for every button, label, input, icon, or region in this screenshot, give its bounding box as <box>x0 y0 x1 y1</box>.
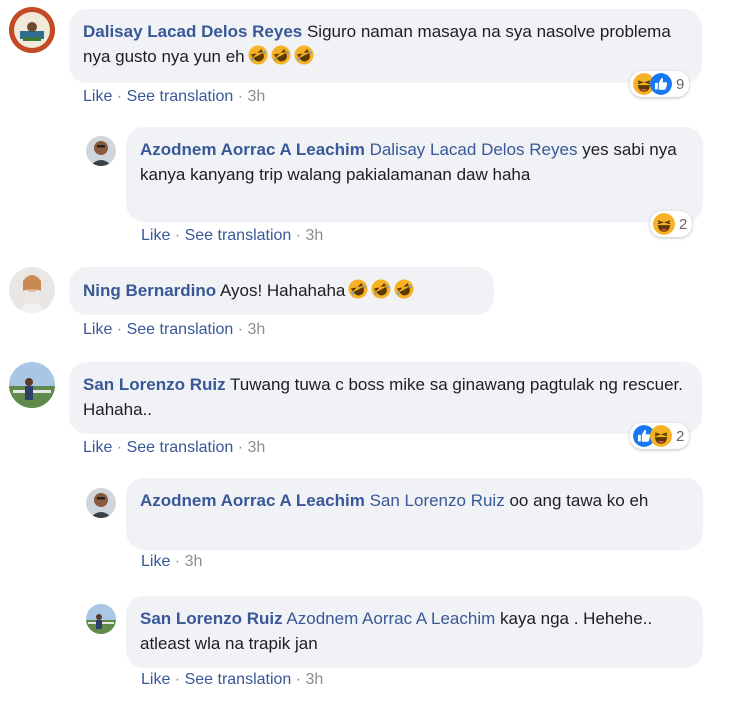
comment-text: oo ang tawa ko eh <box>509 491 649 510</box>
comment-author[interactable]: Azodnem Aorrac A Leachim <box>140 491 365 510</box>
separator: · <box>291 671 306 688</box>
haha-reaction-icon <box>653 213 675 235</box>
timestamp[interactable]: 3h <box>185 553 203 570</box>
avatar[interactable] <box>9 7 55 53</box>
separator: · <box>170 671 185 688</box>
comment-bubble: Dalisay Lacad Delos Reyes Siguro naman m… <box>69 9 702 83</box>
like-link[interactable]: Like <box>83 88 112 105</box>
see-translation-link[interactable]: See translation <box>127 321 234 338</box>
reaction-count: 9 <box>676 75 685 93</box>
reaction-count: 2 <box>676 427 685 445</box>
comment-actions: Like · See translation · 3h <box>141 227 323 245</box>
comment-actions: Like · See translation · 3h <box>83 439 265 457</box>
reaction-summary[interactable]: 2 <box>630 423 690 449</box>
profile-photo <box>86 488 116 518</box>
avatar[interactable] <box>9 362 55 408</box>
separator: · <box>170 553 185 570</box>
separator: · <box>170 227 185 244</box>
rolling-laughing-emoji <box>294 45 314 65</box>
profile-photo <box>86 136 116 166</box>
profile-photo <box>9 7 55 53</box>
timestamp[interactable]: 3h <box>248 88 266 105</box>
see-translation-link[interactable]: See translation <box>127 439 234 456</box>
comment-author[interactable]: Azodnem Aorrac A Leachim <box>140 140 365 159</box>
comment-author[interactable]: Dalisay Lacad Delos Reyes <box>83 22 302 41</box>
separator: · <box>233 88 248 105</box>
reaction-summary[interactable]: 2 <box>650 211 693 237</box>
like-link[interactable]: Like <box>141 227 170 244</box>
profile-photo <box>86 604 116 634</box>
rolling-laughing-emoji <box>371 279 391 299</box>
comment-bubble: Ning Bernardino Ayos! Hahahaha <box>69 267 494 315</box>
timestamp[interactable]: 3h <box>248 439 266 456</box>
see-translation-link[interactable]: See translation <box>185 227 292 244</box>
comment-actions: Like · See translation · 3h <box>141 671 323 689</box>
timestamp[interactable]: 3h <box>248 321 266 338</box>
comment-author[interactable]: San Lorenzo Ruiz <box>140 609 283 628</box>
avatar[interactable] <box>86 488 116 518</box>
avatar[interactable] <box>86 604 116 634</box>
rolling-laughing-emoji <box>271 45 291 65</box>
separator: · <box>291 227 306 244</box>
haha-reaction-icon <box>650 425 672 447</box>
mention-link[interactable]: Azodnem Aorrac A Leachim <box>286 609 495 628</box>
comment-actions: Like · See translation · 3h <box>83 321 265 339</box>
see-translation-link[interactable]: See translation <box>127 88 234 105</box>
timestamp[interactable]: 3h <box>306 671 324 688</box>
see-translation-link[interactable]: See translation <box>185 671 292 688</box>
reaction-count: 2 <box>679 215 688 233</box>
reaction-summary[interactable]: 9 <box>630 71 690 97</box>
separator: · <box>112 88 127 105</box>
separator: · <box>112 439 127 456</box>
comment-bubble: San Lorenzo Ruiz Tuwang tuwa c boss mike… <box>69 362 702 434</box>
like-link[interactable]: Like <box>83 439 112 456</box>
rolling-laughing-emoji <box>348 279 368 299</box>
timestamp[interactable]: 3h <box>306 227 324 244</box>
comment-bubble: San Lorenzo Ruiz Azodnem Aorrac A Leachi… <box>126 596 703 668</box>
comment-actions: Like · 3h <box>141 553 202 571</box>
comment-bubble: Azodnem Aorrac A Leachim San Lorenzo Rui… <box>126 478 703 550</box>
rolling-laughing-emoji <box>248 45 268 65</box>
comment-actions: Like · See translation · 3h <box>83 88 265 106</box>
separator: · <box>112 321 127 338</box>
rolling-laughing-emoji <box>394 279 414 299</box>
comment-author[interactable]: Ning Bernardino <box>83 281 216 300</box>
comment-author[interactable]: San Lorenzo Ruiz <box>83 375 226 394</box>
mention-link[interactable]: Dalisay Lacad Delos Reyes <box>370 140 578 159</box>
comment-bubble: Azodnem Aorrac A Leachim Dalisay Lacad D… <box>126 127 703 222</box>
avatar[interactable] <box>86 136 116 166</box>
mention-link[interactable]: San Lorenzo Ruiz <box>370 491 505 510</box>
like-reaction-icon <box>650 73 672 95</box>
separator: · <box>233 321 248 338</box>
profile-photo <box>9 267 55 313</box>
like-link[interactable]: Like <box>141 553 170 570</box>
comment-text: Ayos! Hahahaha <box>219 281 346 300</box>
like-link[interactable]: Like <box>83 321 112 338</box>
like-link[interactable]: Like <box>141 671 170 688</box>
separator: · <box>233 439 248 456</box>
profile-photo <box>9 362 55 408</box>
avatar[interactable] <box>9 267 55 313</box>
